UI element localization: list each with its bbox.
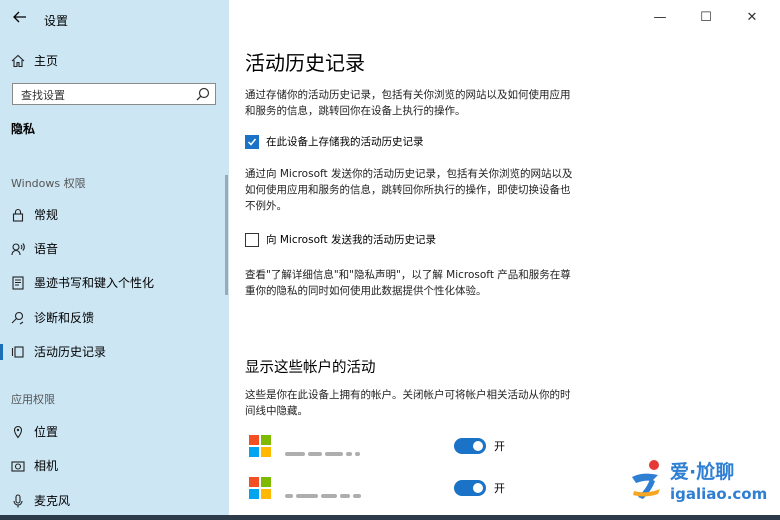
store-history-label: 在此设备上存储我的活动历史记录	[266, 136, 424, 148]
toggle-knob	[473, 483, 483, 493]
titlebar-left: 设置	[0, 0, 229, 40]
microsoft-logo-icon	[249, 435, 271, 457]
sidebar-item-inking[interactable]: 墨迹书写和键入个性化	[0, 271, 229, 295]
sidebar-item-home[interactable]: 主页	[0, 50, 229, 72]
sidebar: 设置 主页 查找设置 隐私 Windows 权限 常规 语音 墨迹书写和键入个性…	[0, 0, 229, 520]
close-button[interactable]: ✕	[742, 8, 762, 28]
app-title: 设置	[44, 14, 69, 28]
toggle-label: 开	[494, 440, 505, 453]
watermark-figure-icon	[632, 460, 660, 499]
home-icon	[11, 54, 25, 68]
microphone-icon	[11, 494, 25, 508]
diagnostics-icon	[11, 311, 25, 325]
search-input[interactable]: 查找设置	[12, 83, 216, 105]
sidebar-item-activity-history[interactable]: 活动历史记录	[0, 340, 229, 364]
sidebar-item-camera[interactable]: 相机	[0, 454, 229, 478]
checkbox-checked[interactable]	[245, 135, 259, 149]
watermark-en: igaliao.com	[670, 485, 768, 503]
sidebar-item-label: 相机	[34, 459, 59, 473]
taskbar	[0, 515, 780, 520]
sidebar-item-label: 位置	[34, 425, 59, 439]
sidebar-item-general[interactable]: 常规	[0, 203, 229, 227]
watermark-cn: 爱·尬聊	[670, 461, 735, 483]
window-controls: — ☐ ✕	[640, 0, 780, 36]
sidebar-item-location[interactable]: 位置	[0, 420, 229, 444]
toggle-label: 开	[494, 482, 505, 495]
location-icon	[11, 425, 25, 439]
sidebar-item-microphone[interactable]: 麦克风	[0, 489, 229, 513]
account-toggle[interactable]	[454, 438, 486, 454]
accounts-description: 这些是你在此设备上拥有的帐户。关闭帐户可将帐户相关活动从你的时间线中隐藏。	[245, 389, 571, 417]
group-label-windows: Windows 权限	[11, 177, 86, 190]
group-label-apps: 应用权限	[11, 393, 55, 406]
account-toggle[interactable]	[454, 480, 486, 496]
section-title-privacy: 隐私	[11, 122, 36, 136]
lock-icon	[11, 208, 25, 222]
search-icon	[195, 86, 211, 102]
intro-text: 通过存储你的活动历史记录，包括有关你浏览的网站以及如何使用应用和服务的信息，跳转…	[245, 89, 571, 117]
main-panel: — ☐ ✕ 活动历史记录 通过存储你的活动历史记录，包括有关你浏览的网站以及如何…	[229, 0, 780, 520]
sidebar-item-label: 墨迹书写和键入个性化	[34, 276, 155, 290]
sidebar-item-label: 诊断和反馈	[34, 311, 95, 325]
account-name-redacted	[285, 483, 385, 498]
sidebar-scrollbar[interactable]	[225, 175, 228, 295]
microsoft-logo-icon	[249, 477, 271, 499]
home-label: 主页	[34, 54, 59, 68]
page-title: 活动历史记录	[245, 51, 365, 75]
account-row: 开	[249, 435, 509, 461]
camera-icon	[11, 459, 25, 473]
speech-icon	[11, 242, 25, 256]
sidebar-item-diagnostics[interactable]: 诊断和反馈	[0, 306, 229, 330]
toggle-knob	[473, 441, 483, 451]
watermark: 爱·尬聊 igaliao.com	[626, 455, 776, 511]
privacy-note: 查看"了解详细信息"和"隐私声明"，以了解 Microsoft 产品和服务在尊重…	[245, 269, 571, 297]
sidebar-item-label: 麦克风	[34, 494, 71, 508]
back-arrow-icon[interactable]	[10, 9, 30, 29]
minimize-button[interactable]: —	[650, 8, 670, 28]
accounts-section-title: 显示这些帐户的活动	[245, 360, 376, 376]
send-description: 通过向 Microsoft 发送你的活动历史记录，包括有关你浏览的网站以及如何使…	[245, 168, 573, 212]
account-row: 开	[249, 477, 509, 503]
sidebar-item-label: 常规	[34, 208, 59, 222]
sidebar-item-speech[interactable]: 语音	[0, 237, 229, 261]
send-history-label: 向 Microsoft 发送我的活动历史记录	[266, 234, 436, 246]
checkbox-unchecked[interactable]	[245, 233, 259, 247]
maximize-button[interactable]: ☐	[696, 8, 716, 28]
activity-history-icon	[11, 345, 25, 359]
account-name-redacted	[285, 441, 385, 456]
search-placeholder: 查找设置	[21, 89, 65, 102]
sidebar-item-label: 语音	[34, 242, 59, 256]
inking-icon	[11, 276, 25, 290]
sidebar-item-label: 活动历史记录	[34, 345, 107, 359]
